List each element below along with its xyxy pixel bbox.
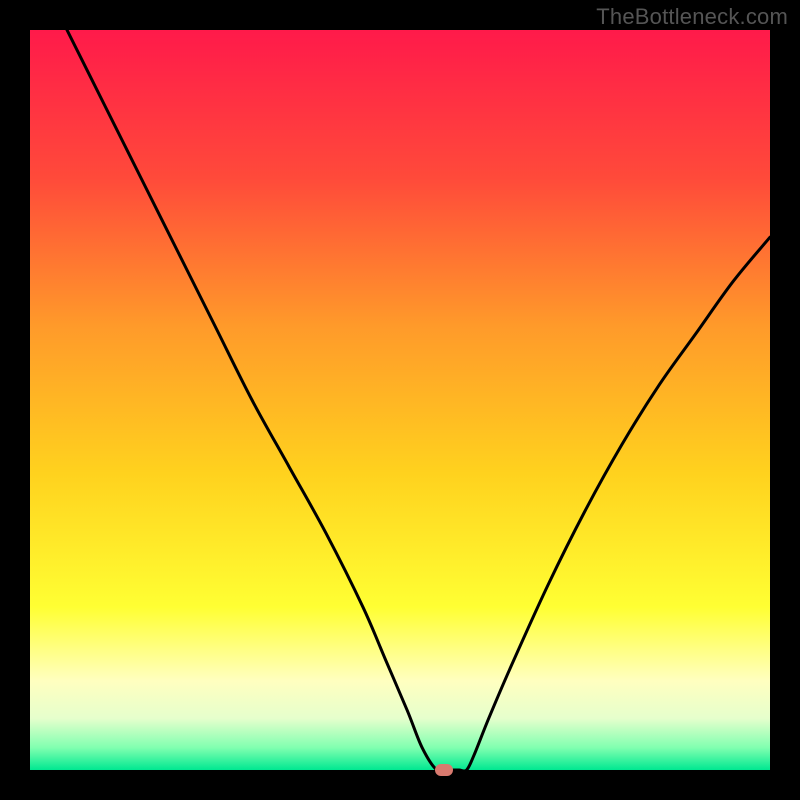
plot-frame bbox=[30, 30, 770, 770]
optimal-point-marker bbox=[435, 764, 453, 776]
plot-area bbox=[30, 30, 770, 770]
watermark-text: TheBottleneck.com bbox=[596, 4, 788, 30]
chart-container: TheBottleneck.com bbox=[0, 0, 800, 800]
bottleneck-curve bbox=[30, 30, 770, 770]
